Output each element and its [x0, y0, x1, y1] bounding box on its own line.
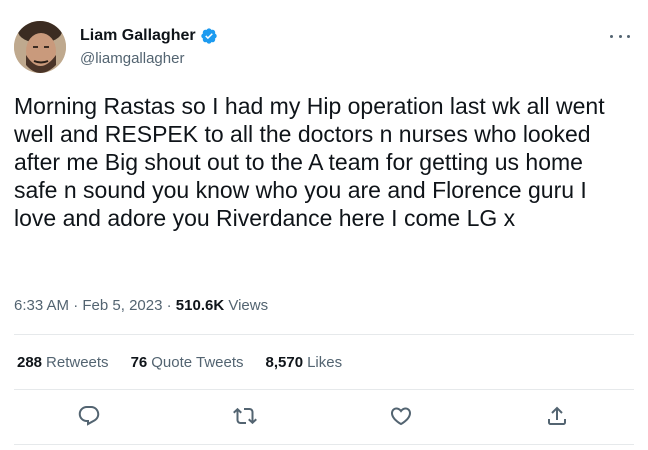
tweet-text: Morning Rastas so I had my Hip operation… — [14, 93, 611, 231]
avatar[interactable] — [14, 21, 66, 73]
divider — [14, 389, 634, 390]
meta-separator: · — [73, 297, 79, 314]
like-icon[interactable] — [389, 404, 413, 428]
retweets-label: Retweets — [46, 354, 109, 371]
retweets-stat[interactable]: 288 Retweets — [17, 353, 109, 373]
retweets-count: 288 — [17, 354, 43, 371]
meta-separator: · — [166, 297, 172, 314]
display-name[interactable]: Liam Gallagher — [80, 26, 196, 46]
likes-count: 8,570 — [265, 354, 304, 371]
quote-tweets-stat[interactable]: 76 Quote Tweets — [131, 353, 244, 373]
tweet-card: Liam Gallagher @liamgallagher Morning Ra… — [0, 0, 648, 450]
tweet-actions — [0, 404, 648, 428]
tweet-date[interactable]: Feb 5, 2023 — [82, 297, 162, 314]
tweet-meta: 6:33 AM · Feb 5, 2023 · 510.6K Views — [14, 296, 268, 316]
reply-icon[interactable] — [77, 404, 101, 428]
retweet-icon[interactable] — [233, 404, 257, 428]
quote-tweets-count: 76 — [130, 354, 148, 371]
verified-badge-icon — [200, 27, 218, 45]
views-label: Views — [228, 297, 269, 314]
avatar-image — [14, 21, 66, 73]
quote-tweets-label: Quote Tweets — [151, 354, 244, 371]
user-handle[interactable]: @liamgallagher — [80, 49, 184, 69]
divider — [14, 444, 634, 445]
tweet-time[interactable]: 6:33 AM — [14, 297, 69, 314]
tweet-stats: 288 Retweets 76 Quote Tweets 8,570 Likes — [17, 353, 364, 373]
likes-label: Likes — [307, 354, 343, 371]
more-icon[interactable] — [610, 28, 630, 44]
user-name-row: Liam Gallagher — [80, 26, 218, 46]
likes-stat[interactable]: 8,570 Likes — [266, 353, 343, 373]
divider — [14, 334, 634, 335]
views-count: 510.6K — [175, 297, 225, 314]
share-icon[interactable] — [545, 404, 569, 428]
